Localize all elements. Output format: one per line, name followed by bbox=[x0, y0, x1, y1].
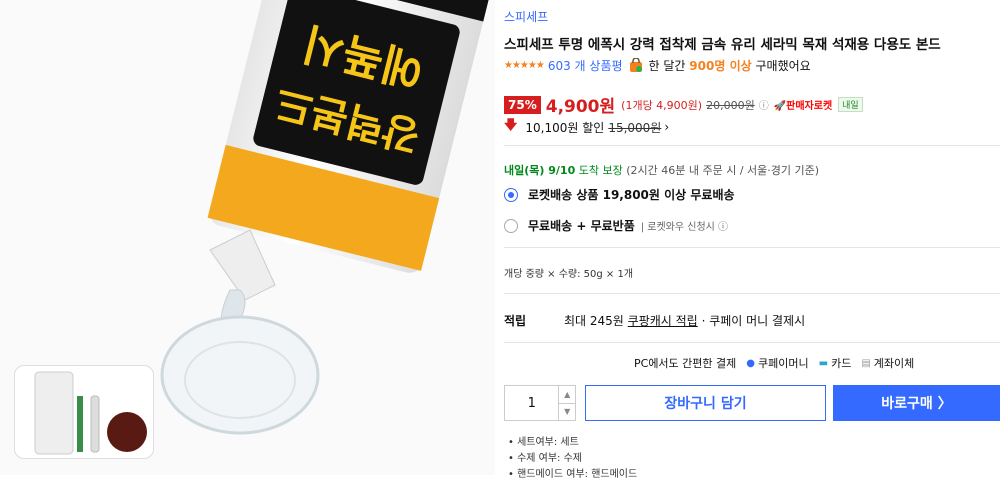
radio-unselected[interactable] bbox=[504, 218, 518, 233]
spec-item: 핸드메이드 여부: 핸드메이드 bbox=[508, 467, 637, 483]
chevron-right-icon: › bbox=[664, 120, 670, 134]
delivery-detail: (2시간 46분 내 주문 시 / 서울·경기 기준) bbox=[626, 164, 820, 177]
unit-price: (1개당 4,900원) bbox=[621, 98, 703, 112]
savings-row[interactable]: 🡇 10,100원 할인 15,000원 › bbox=[504, 116, 669, 138]
divider bbox=[504, 293, 1000, 294]
savings-original: 15,000원 bbox=[608, 120, 662, 135]
shipping-option-rocket[interactable]: 로켓배송 상품 19,800원 이상 무료배송 bbox=[504, 186, 735, 203]
quantity-arrows: ▲ ▼ bbox=[558, 386, 575, 420]
delivery-info: 내일(목) 9/10 도착 보장 (2시간 46분 내 주문 시 / 서울·경기… bbox=[504, 162, 819, 178]
spec-item: 수제 여부: 수제 bbox=[508, 451, 637, 467]
shipping-option-label: 로켓배송 상품 19,800원 이상 무료배송 bbox=[528, 188, 735, 202]
purchase-suffix: 구매했어요 bbox=[755, 59, 811, 73]
payment-methods: PC에서도 간편한 결제 ● 쿠페이머니 ▬ 카드 ▤ 계좌이체 bbox=[634, 355, 914, 371]
quantity-stepper[interactable]: 1 ▲ ▼ bbox=[504, 385, 576, 421]
delivery-guarantee: 도착 보장 bbox=[578, 164, 623, 177]
next-day-badge: 내일 bbox=[838, 97, 863, 112]
quantity-input[interactable]: 1 bbox=[505, 386, 558, 420]
increment-icon[interactable]: ▲ bbox=[559, 386, 575, 404]
price-row: 75% 4,900원 (1개당 4,900원) 20,000원 ⓘ 🚀판매자로켓… bbox=[504, 92, 863, 117]
review-count-link[interactable]: 603 개 상품평 bbox=[548, 57, 623, 74]
purchase-count: 900명 이상 bbox=[689, 59, 752, 73]
buy-now-button[interactable]: 바로구매 〉 bbox=[833, 385, 1000, 421]
spec-item: 세트여부: 세트 bbox=[508, 435, 637, 451]
spec-list: 세트여부: 세트 수제 여부: 수제 핸드메이드 여부: 핸드메이드 bbox=[508, 435, 637, 483]
payment-method: 계좌이체 bbox=[873, 357, 915, 370]
points-suffix: · 쿠페이 머니 결제시 bbox=[701, 314, 806, 328]
payment-method: 쿠페이머니 bbox=[758, 357, 809, 370]
product-thumbnail[interactable] bbox=[14, 365, 154, 459]
points-prefix: 최대 245원 bbox=[564, 314, 624, 328]
divider bbox=[504, 145, 1000, 146]
product-info-panel: 스피세프 스피세프 투명 에폭시 강력 접착제 금속 유리 세라믹 목재 석재용… bbox=[504, 0, 1000, 480]
product-title: 스피세프 투명 에폭시 강력 접착제 금속 유리 세라믹 목재 석재용 다용도 … bbox=[504, 37, 941, 53]
divider bbox=[504, 342, 1000, 343]
decrement-icon[interactable]: ▼ bbox=[559, 404, 575, 421]
original-price: 20,000원 bbox=[706, 98, 755, 112]
divider bbox=[504, 247, 1000, 248]
shipping-option-free[interactable]: 무료배송 + 무료반품 | 로켓와우 신청시 ⓘ bbox=[504, 217, 728, 234]
payment-method: 카드 bbox=[831, 357, 852, 370]
rating-row: ★★★★★ 603 개 상품평 한 달간 900명 이상 구매했어요 bbox=[504, 57, 811, 74]
savings-amount: 10,100원 할인 bbox=[525, 120, 605, 135]
delivery-date: 내일(목) 9/10 bbox=[504, 164, 576, 177]
bank-transfer-icon: ▤ bbox=[861, 357, 871, 369]
coupay-icon: ● bbox=[746, 357, 756, 369]
arrow-down-icon: 🡇 bbox=[504, 118, 518, 133]
seller-rocket-badge: 🚀판매자로켓 bbox=[773, 101, 833, 112]
purchase-prefix: 한 달간 bbox=[648, 59, 686, 73]
add-to-cart-button[interactable]: 장바구니 담기 bbox=[585, 385, 826, 421]
points-label: 적립 bbox=[504, 314, 527, 328]
product-gallery: 에폭시 강력본드 bbox=[0, 0, 495, 475]
shipping-option-note: | 로켓와우 신청시 ⓘ bbox=[640, 222, 729, 233]
star-rating-icon: ★★★★★ bbox=[504, 60, 545, 71]
coupang-cash-link[interactable]: 쿠팡캐시 적립 bbox=[628, 312, 698, 329]
brand-link[interactable]: 스피세프 bbox=[504, 8, 548, 25]
shopping-bag-icon bbox=[629, 58, 642, 72]
sale-price: 4,900원 bbox=[545, 97, 616, 117]
unit-info: 개당 중량 × 수량: 50g × 1개 bbox=[504, 269, 634, 280]
payment-title: PC에서도 간편한 결제 bbox=[634, 357, 737, 370]
shipping-option-label: 무료배송 + 무료반품 bbox=[528, 219, 635, 233]
points-row: 적립 최대 245원 쿠팡캐시 적립 · 쿠페이 머니 결제시 bbox=[504, 312, 805, 329]
radio-selected[interactable] bbox=[504, 187, 518, 202]
info-icon[interactable]: ⓘ bbox=[759, 97, 769, 112]
discount-badge: 75% bbox=[504, 95, 541, 114]
card-icon: ▬ bbox=[818, 357, 829, 369]
